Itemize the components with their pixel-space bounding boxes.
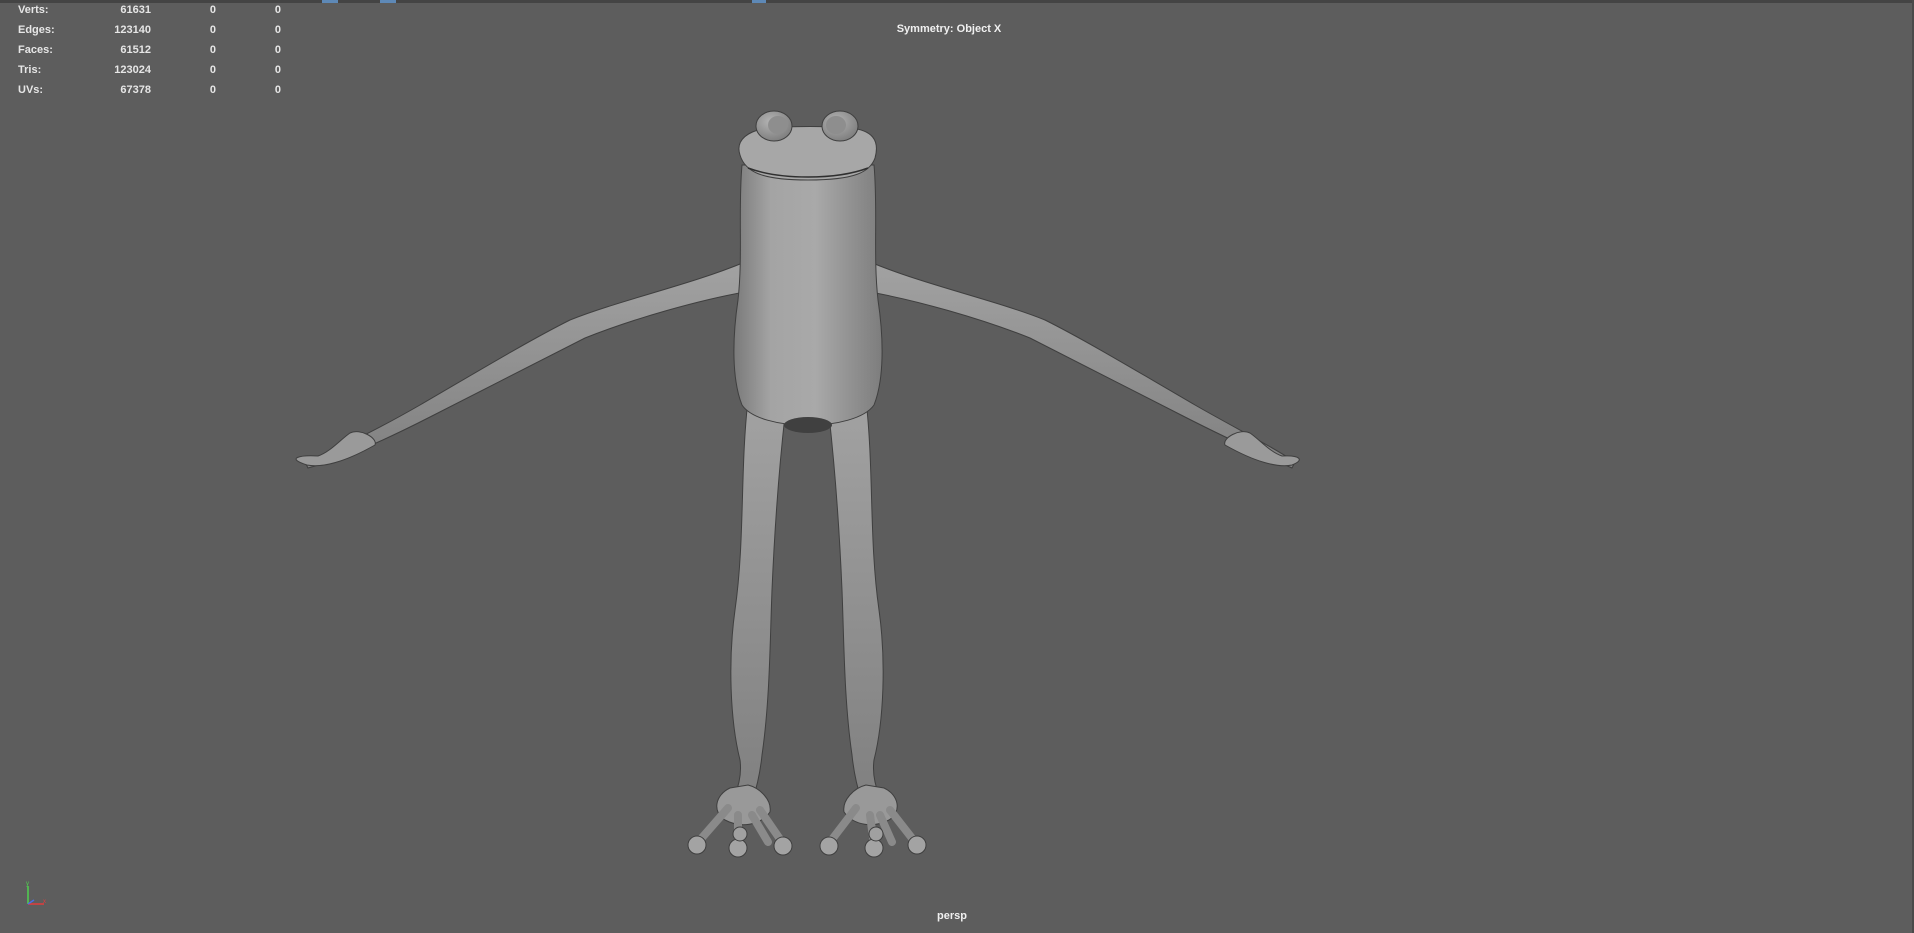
crotch-shadow bbox=[784, 417, 832, 433]
frog-model[interactable] bbox=[0, 0, 1914, 933]
left-foot bbox=[687, 784, 793, 858]
right-foot bbox=[819, 784, 927, 858]
view-axis-icon: y x bbox=[26, 881, 46, 905]
camera-label: persp bbox=[937, 910, 967, 922]
left-leg bbox=[730, 399, 786, 803]
svg-text:x: x bbox=[43, 899, 46, 905]
torso bbox=[733, 164, 883, 426]
right-hand bbox=[1224, 431, 1300, 467]
left-hand bbox=[295, 431, 376, 467]
perspective-viewport[interactable]: Verts: 61631 0 0 Edges: 123140 0 0 Faces… bbox=[0, 0, 1914, 933]
svg-text:y: y bbox=[26, 881, 29, 887]
right-leg bbox=[828, 399, 884, 803]
